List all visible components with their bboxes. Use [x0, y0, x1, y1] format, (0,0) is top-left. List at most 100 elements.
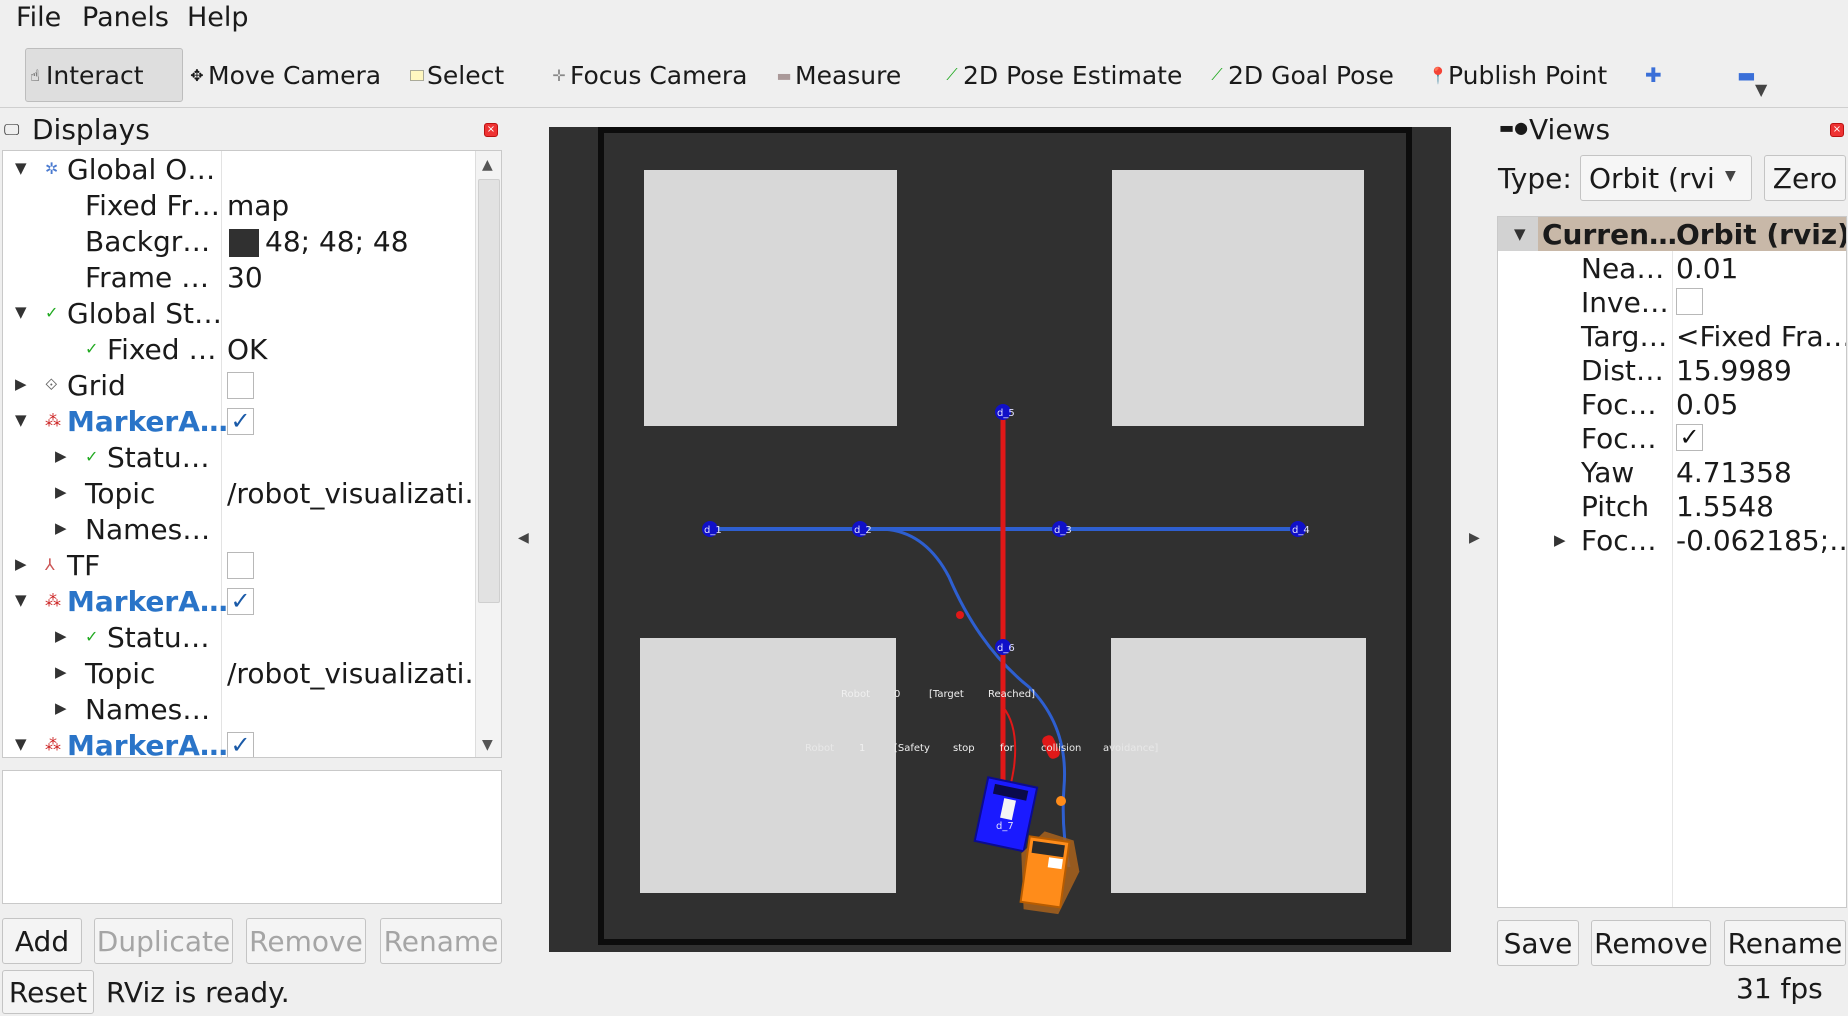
row-value[interactable]: 0.05: [1676, 388, 1738, 421]
row-value[interactable]: -0.062185;…: [1676, 524, 1846, 557]
minus-icon: ▬: [1737, 63, 1756, 87]
tree-row-global-options[interactable]: ▼ ✲ Global O…: [3, 151, 475, 187]
publish-point-tool-button[interactable]: 📍 Publish Point: [1428, 48, 1607, 102]
displays-scrollbar[interactable]: ▲ ▼: [475, 151, 501, 757]
reset-button[interactable]: Reset: [2, 970, 94, 1014]
rename-display-button[interactable]: Rename: [380, 918, 502, 964]
topic-value[interactable]: /robot_visualizati…: [227, 477, 492, 510]
tree-row-topic-1[interactable]: ▶ Topic /robot_visualizati…: [3, 475, 492, 511]
move-camera-tool-button[interactable]: ✥ Move Camera: [188, 48, 381, 102]
row-name: Topic: [85, 657, 156, 690]
scroll-up-icon[interactable]: ▲: [482, 157, 493, 173]
focus-camera-tool-button[interactable]: ✛ Focus Camera: [550, 48, 747, 102]
tree-row-status-1[interactable]: ▶ ✓ Statu…: [3, 439, 475, 475]
scrollbar-thumb[interactable]: [478, 179, 500, 603]
measure-tool-button[interactable]: ▬ Measure: [775, 48, 901, 102]
save-view-button[interactable]: Save: [1497, 920, 1579, 966]
tree-row-status-2[interactable]: ▶ ✓ Statu…: [3, 619, 475, 655]
tree-row-namespaces-2[interactable]: ▶ Names…: [3, 691, 475, 727]
row-value[interactable]: 0.01: [1676, 252, 1738, 285]
row-value[interactable]: <Fixed Fra…: [1676, 320, 1846, 353]
view-row-current[interactable]: ▼ Curren… Orbit (rviz): [1498, 217, 1846, 251]
duplicate-display-button[interactable]: Duplicate: [94, 918, 233, 964]
rename-view-button[interactable]: Rename: [1724, 920, 1846, 966]
select-box-icon: [410, 69, 424, 81]
pose-estimate-tool-button[interactable]: ⟋ 2D Pose Estimate: [943, 48, 1182, 102]
remove-display-button[interactable]: Remove: [246, 918, 366, 964]
menu-bar: File Panels Help: [0, 0, 1848, 38]
row-name: Yaw: [1581, 456, 1635, 489]
focal-shape-fixed-checkbox[interactable]: ✓: [1676, 424, 1703, 451]
collapse-right-icon[interactable]: ▶: [1469, 530, 1480, 546]
tree-row-marker-array-3[interactable]: ▼ ⁂ MarkerA… ✓: [3, 727, 475, 757]
zero-view-button[interactable]: Zero: [1764, 155, 1846, 201]
goal-pose-tool-button[interactable]: ⟋ 2D Goal Pose: [1208, 48, 1393, 102]
displays-header: 🖵 Displays ×: [0, 112, 504, 148]
tree-row-global-status[interactable]: ▼ ✓ Global St…: [3, 295, 475, 331]
tree-row-marker-array-1[interactable]: ▼ ⁂ MarkerA… ✓: [3, 403, 475, 439]
views-title: Views: [1529, 113, 1611, 146]
marker-array-icon: ⁂: [45, 591, 61, 610]
row-name: Names…: [85, 513, 211, 546]
select-tool-button[interactable]: Select: [410, 48, 504, 102]
close-icon[interactable]: ×: [484, 123, 498, 137]
remove-view-button[interactable]: Remove: [1591, 920, 1711, 966]
view-row-pitch[interactable]: Pitch 1.5548: [1498, 489, 1846, 523]
frame-rate-value[interactable]: 30: [227, 261, 263, 294]
row-name: Backgr…: [85, 225, 211, 258]
tf-enabled-checkbox[interactable]: [227, 552, 254, 579]
background-value[interactable]: 48; 48; 48: [265, 225, 409, 258]
tree-row-tf[interactable]: ▶ ⅄ TF: [3, 547, 475, 583]
row-value[interactable]: 4.71358: [1676, 456, 1792, 489]
tree-row-fixed-frame-status[interactable]: ✓ Fixed … OK: [3, 331, 475, 367]
remove-tool-button[interactable]: ▬: [1737, 48, 1756, 102]
view-row-focal-shape-size[interactable]: Foc… 0.05: [1498, 387, 1846, 421]
view-row-near-clip[interactable]: Nea… 0.01: [1498, 251, 1846, 285]
view-row-invert-z[interactable]: Inve…: [1498, 285, 1846, 319]
marker-array-1-checkbox[interactable]: ✓: [227, 408, 254, 435]
monitor-icon: 🖵: [4, 120, 20, 139]
color-swatch[interactable]: [229, 229, 259, 257]
node-label: d_4: [1292, 525, 1310, 536]
row-value[interactable]: 15.9989: [1676, 354, 1792, 387]
rename-label: Rename: [383, 924, 499, 958]
view-type-dropdown[interactable]: Orbit (rviz) ▼: [1580, 155, 1752, 201]
grid-icon: ⟐: [45, 375, 58, 394]
view-row-distance[interactable]: Dist… 15.9989: [1498, 353, 1846, 387]
move-camera-icon: ✥: [190, 65, 204, 85]
row-value[interactable]: 1.5548: [1676, 490, 1774, 523]
view-row-focal-shape-fixed[interactable]: Foc… ✓: [1498, 421, 1846, 455]
interact-tool-button[interactable]: ☝ Interact: [25, 48, 183, 102]
scene-canvas[interactable]: d_1 d_2 d_3 d_4 d_5 d_6 d_7 Robot 0 [Tar…: [549, 127, 1451, 952]
tree-row-frame-rate[interactable]: Frame … 30: [3, 259, 475, 295]
tree-row-background[interactable]: Backgr… 48; 48; 48: [3, 223, 475, 259]
tree-row-grid[interactable]: ▶ ⟐ Grid: [3, 367, 475, 403]
row-name: TF: [67, 549, 101, 582]
add-display-button[interactable]: Add: [2, 918, 82, 964]
menu-help[interactable]: Help: [187, 2, 249, 33]
tree-row-marker-array-2[interactable]: ▼ ⁂ MarkerA… ✓: [3, 583, 475, 619]
robot-0[interactable]: [973, 776, 1039, 853]
view-row-yaw[interactable]: Yaw 4.71358: [1498, 455, 1846, 489]
tree-row-namespaces-1[interactable]: ▶ Names…: [3, 511, 475, 547]
view-row-focal-point[interactable]: ▶ Foc… -0.062185;…: [1498, 523, 1846, 557]
fixed-frame-value[interactable]: map: [227, 189, 289, 222]
collapse-left-icon[interactable]: ◀: [518, 530, 529, 546]
grid-enabled-checkbox[interactable]: [227, 372, 254, 399]
topic-value[interactable]: /robot_visualizati…: [227, 657, 492, 690]
invert-z-checkbox[interactable]: [1676, 288, 1703, 315]
tree-row-fixed-frame[interactable]: Fixed Fr… map: [3, 187, 475, 223]
row-name: Foc…: [1581, 524, 1657, 557]
toolbar-overflow-button[interactable]: ▼: [1755, 62, 1767, 116]
menu-file[interactable]: File: [16, 2, 61, 33]
scroll-down-icon[interactable]: ▼: [482, 737, 493, 753]
close-icon[interactable]: ×: [1830, 123, 1844, 137]
tree-row-topic-2[interactable]: ▶ Topic /robot_visualizati…: [3, 655, 492, 691]
marker-array-2-checkbox[interactable]: ✓: [227, 588, 254, 615]
render-viewport[interactable]: d_1 d_2 d_3 d_4 d_5 d_6 d_7 Robot 0 [Tar…: [549, 127, 1451, 952]
menu-panels[interactable]: Panels: [82, 2, 169, 33]
view-row-target-frame[interactable]: Targ… <Fixed Fra…: [1498, 319, 1846, 353]
add-tool-button[interactable]: ✚: [1645, 48, 1662, 102]
expand-right-icon: ▶: [15, 375, 27, 393]
marker-array-3-checkbox[interactable]: ✓: [227, 732, 254, 757]
